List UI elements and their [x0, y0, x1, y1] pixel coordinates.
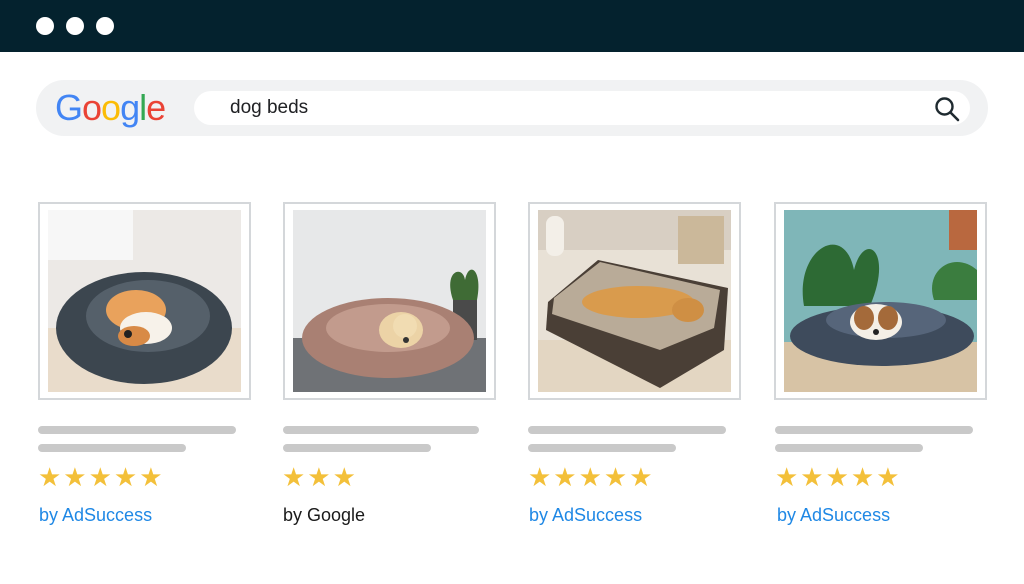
logo-letter: G — [55, 87, 83, 128]
search-bar: Google — [36, 80, 988, 136]
product-card[interactable] — [38, 202, 251, 400]
product-image — [293, 210, 486, 392]
browser-titlebar — [0, 0, 1024, 52]
product-image — [538, 210, 731, 392]
logo-letter: g — [120, 87, 140, 128]
product-image — [48, 210, 241, 392]
seller-label[interactable]: by Google — [283, 504, 365, 526]
window-minimize-dot[interactable] — [66, 17, 84, 35]
search-input[interactable] — [194, 91, 970, 125]
product-card[interactable] — [528, 202, 741, 400]
title-placeholder-line — [775, 426, 973, 434]
product-image — [784, 210, 977, 392]
title-placeholder-line — [38, 426, 236, 434]
subtitle-placeholder-line — [283, 444, 431, 452]
logo-letter: o — [101, 87, 121, 128]
search-icon[interactable] — [934, 96, 960, 122]
title-placeholder-line — [528, 426, 726, 434]
window-close-dot[interactable] — [36, 17, 54, 35]
star-rating: ★★★★★ — [775, 463, 902, 493]
window-maximize-dot[interactable] — [96, 17, 114, 35]
star-rating: ★★★ — [282, 463, 358, 493]
star-rating: ★★★★★ — [38, 463, 165, 493]
product-card[interactable] — [283, 202, 496, 400]
logo-letter: l — [139, 87, 147, 128]
seller-link[interactable]: by AdSuccess — [529, 504, 642, 526]
star-rating: ★★★★★ — [528, 463, 655, 493]
subtitle-placeholder-line — [775, 444, 923, 452]
title-placeholder-line — [283, 426, 479, 434]
subtitle-placeholder-line — [38, 444, 186, 452]
subtitle-placeholder-line — [528, 444, 676, 452]
seller-link[interactable]: by AdSuccess — [777, 504, 890, 526]
seller-link[interactable]: by AdSuccess — [39, 504, 152, 526]
google-logo[interactable]: Google — [55, 87, 166, 128]
logo-letter: e — [146, 87, 166, 128]
product-card[interactable] — [774, 202, 987, 400]
logo-letter: o — [82, 87, 102, 128]
